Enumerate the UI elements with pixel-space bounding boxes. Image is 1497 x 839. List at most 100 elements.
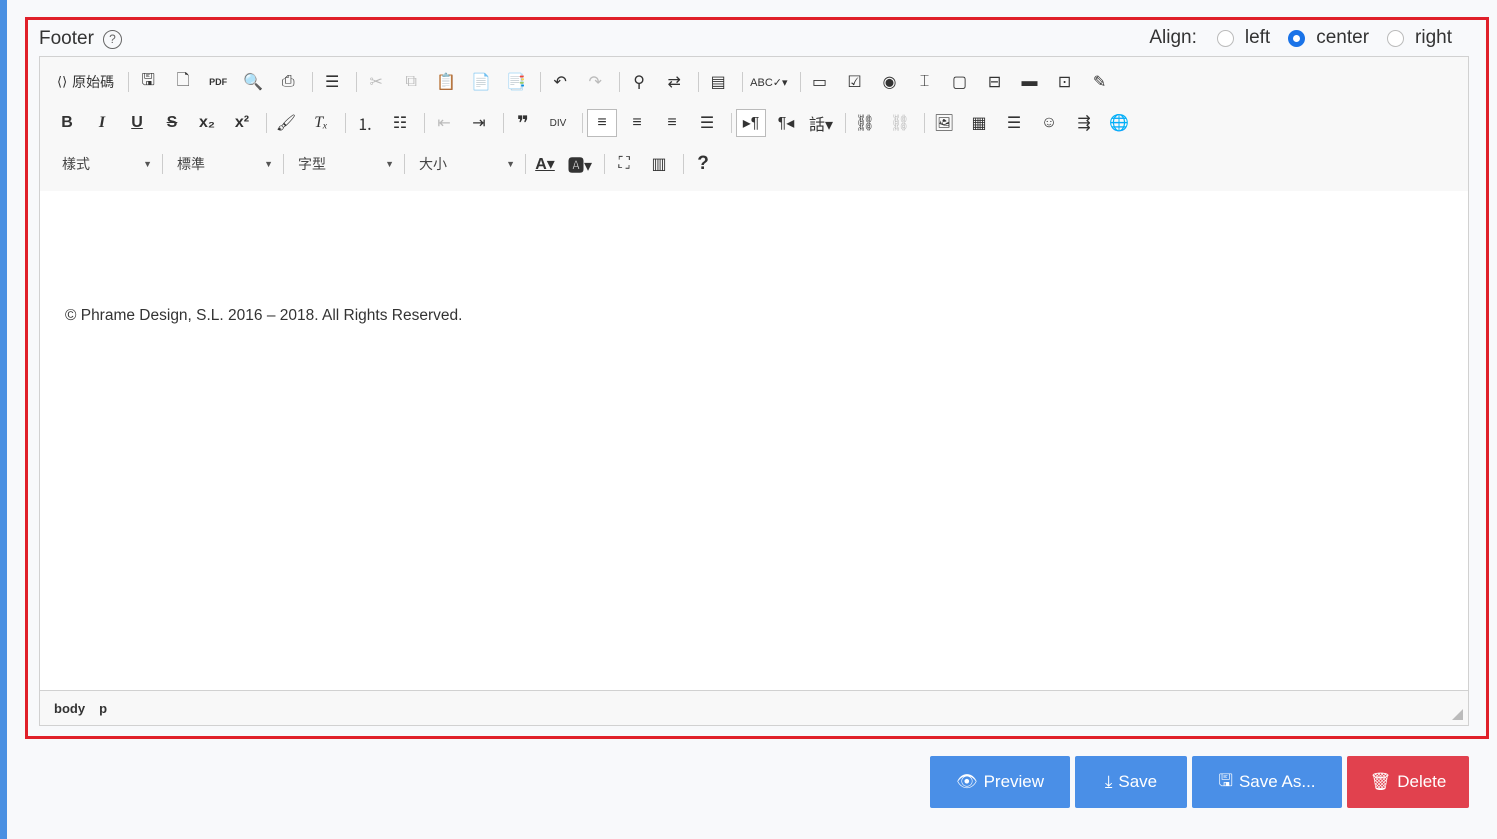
- size-combo-label: 大小: [419, 156, 447, 172]
- select-all-icon[interactable]: ▤: [703, 68, 733, 96]
- radio-button-icon[interactable]: ◉: [875, 68, 905, 96]
- toolbar-separator: [698, 72, 700, 92]
- bulleted-list-icon[interactable]: ☷: [385, 109, 415, 137]
- rich-text-editor: ⟨⟩ 原始碼 🖫 🗋 PDF 🔍 ⎙ ☰ ✂ ⧉ 📋 📄 📑 ↶ ↷ ⚲ ⇄ ▤…: [39, 56, 1469, 726]
- toolbar-separator: [619, 72, 621, 92]
- radio-left[interactable]: [1216, 29, 1234, 47]
- button-field-icon[interactable]: ▬: [1015, 68, 1045, 96]
- element-path-bar: body p: [40, 690, 1468, 725]
- subscript-icon[interactable]: x₂: [192, 109, 222, 137]
- indent-icon[interactable]: ⇥: [464, 109, 494, 137]
- strikethrough-icon[interactable]: S: [157, 109, 187, 137]
- textarea-icon[interactable]: ▢: [945, 68, 975, 96]
- replace-icon[interactable]: ⇄: [659, 68, 689, 96]
- text-field-icon[interactable]: ⌶: [910, 68, 940, 96]
- toolbar-separator: [345, 113, 346, 133]
- link-icon[interactable]: ⛓: [850, 109, 880, 137]
- preview-icon[interactable]: 🔍: [238, 68, 268, 96]
- checkbox-icon[interactable]: ☑: [840, 68, 870, 96]
- paste-text-icon[interactable]: 📄: [466, 68, 496, 96]
- table-icon[interactable]: ▦: [964, 109, 994, 137]
- styles-combo[interactable]: 樣式 ▼: [52, 151, 158, 177]
- page-break-icon[interactable]: ⇶: [1069, 109, 1099, 137]
- show-blocks-icon[interactable]: ▥: [644, 150, 674, 178]
- cut-icon[interactable]: ✂: [361, 68, 391, 96]
- footer-editor-panel: Footer ? Align: left center right ⟨⟩ 原始碼: [25, 17, 1489, 739]
- iframe-icon[interactable]: 🌐: [1104, 109, 1134, 137]
- toolbar-separator: [283, 154, 284, 174]
- toolbar-separator: [924, 113, 926, 133]
- align-left-icon[interactable]: ≡: [587, 109, 617, 137]
- source-button[interactable]: ⟨⟩ 原始碼: [52, 68, 119, 96]
- bold-icon[interactable]: B: [52, 109, 82, 137]
- image-icon[interactable]: 🖼: [929, 109, 959, 137]
- save-button[interactable]: ⤓ Save: [1075, 756, 1187, 808]
- font-combo[interactable]: 字型 ▼: [288, 151, 400, 177]
- underline-icon[interactable]: U: [122, 109, 152, 137]
- help-icon[interactable]: ?: [688, 150, 718, 178]
- export-pdf-icon[interactable]: PDF: [203, 68, 233, 96]
- rtl-direction-icon[interactable]: ¶◂: [771, 109, 801, 137]
- align-center-icon[interactable]: ≡: [622, 109, 652, 137]
- smiley-icon[interactable]: ☺: [1034, 109, 1064, 137]
- path-item-body[interactable]: body: [54, 701, 85, 716]
- align-option-left[interactable]: left: [1216, 27, 1270, 49]
- radio-right[interactable]: [1387, 29, 1405, 47]
- horizontal-rule-icon[interactable]: ☰: [999, 109, 1029, 137]
- copy-icon[interactable]: ⧉: [396, 68, 426, 96]
- toolbar-separator: [525, 154, 526, 174]
- save-icon[interactable]: 🖫: [133, 68, 163, 96]
- new-page-icon[interactable]: 🗋: [168, 68, 198, 96]
- align-right-icon[interactable]: ≡: [657, 109, 687, 137]
- toolbar-separator: [582, 113, 583, 133]
- resize-handle-icon[interactable]: [1452, 709, 1463, 720]
- size-combo[interactable]: 大小 ▼: [409, 151, 521, 177]
- language-icon[interactable]: 話▾: [806, 109, 836, 137]
- maximize-icon[interactable]: ⛶: [609, 150, 639, 178]
- print-icon[interactable]: ⎙: [273, 68, 303, 96]
- paste-word-icon[interactable]: 📑: [501, 68, 531, 96]
- format-combo[interactable]: 標準 ▼: [167, 151, 279, 177]
- trash-icon: 🗑: [1369, 772, 1392, 791]
- ltr-direction-icon[interactable]: ▸¶: [736, 109, 766, 137]
- radio-center[interactable]: [1288, 29, 1306, 47]
- justify-icon[interactable]: ☰: [692, 109, 722, 137]
- align-option-right-label: right: [1415, 27, 1452, 48]
- chevron-down-icon: ▼: [264, 159, 273, 169]
- save-as-button[interactable]: 🖫 Save As...: [1192, 756, 1342, 808]
- italic-icon[interactable]: I: [87, 109, 117, 137]
- superscript-icon[interactable]: x²: [227, 109, 257, 137]
- delete-button[interactable]: 🗑 Delete: [1347, 756, 1469, 808]
- create-div-icon[interactable]: DIV: [543, 109, 573, 137]
- hidden-field-icon[interactable]: ✎: [1085, 68, 1115, 96]
- path-item-p[interactable]: p: [99, 701, 107, 716]
- align-option-center[interactable]: center: [1288, 27, 1369, 49]
- floppy-icon: 🖫: [1218, 770, 1233, 790]
- editor-content-area[interactable]: © Phrame Design, S.L. 2016 – 2018. All R…: [40, 191, 1468, 691]
- toolbar-separator: [845, 113, 847, 133]
- templates-icon[interactable]: ☰: [317, 68, 347, 96]
- remove-format-icon[interactable]: Tₓ: [306, 109, 336, 137]
- undo-icon[interactable]: ↶: [545, 68, 575, 96]
- help-icon[interactable]: ?: [102, 29, 122, 49]
- form-icon[interactable]: ▭: [805, 68, 835, 96]
- footer-text[interactable]: © Phrame Design, S.L. 2016 – 2018. All R…: [65, 307, 462, 325]
- paste-icon[interactable]: 📋: [431, 68, 461, 96]
- select-field-icon[interactable]: ⊟: [980, 68, 1010, 96]
- unlink-icon[interactable]: ⛓: [885, 109, 915, 137]
- image-button-icon[interactable]: ⊡: [1050, 68, 1080, 96]
- action-buttons: 👁 Preview ⤓ Save 🖫 Save As... 🗑 Delete: [930, 756, 1474, 808]
- preview-button[interactable]: 👁 Preview: [930, 756, 1070, 808]
- outdent-icon[interactable]: ⇤: [429, 109, 459, 137]
- redo-icon[interactable]: ↷: [580, 68, 610, 96]
- format-combo-label: 標準: [177, 156, 205, 172]
- numbered-list-icon[interactable]: ⒈: [350, 109, 380, 137]
- spellcheck-icon[interactable]: ABC✓▾: [747, 68, 790, 96]
- text-color-icon[interactable]: A▾: [530, 150, 560, 178]
- blockquote-icon[interactable]: ❞: [508, 109, 538, 137]
- styles-combo-label: 樣式: [62, 156, 90, 172]
- find-icon[interactable]: ⚲: [624, 68, 654, 96]
- align-option-right[interactable]: right: [1387, 27, 1452, 49]
- copy-format-icon[interactable]: 🖌: [271, 109, 301, 137]
- background-color-icon[interactable]: 🅰▾: [565, 150, 595, 178]
